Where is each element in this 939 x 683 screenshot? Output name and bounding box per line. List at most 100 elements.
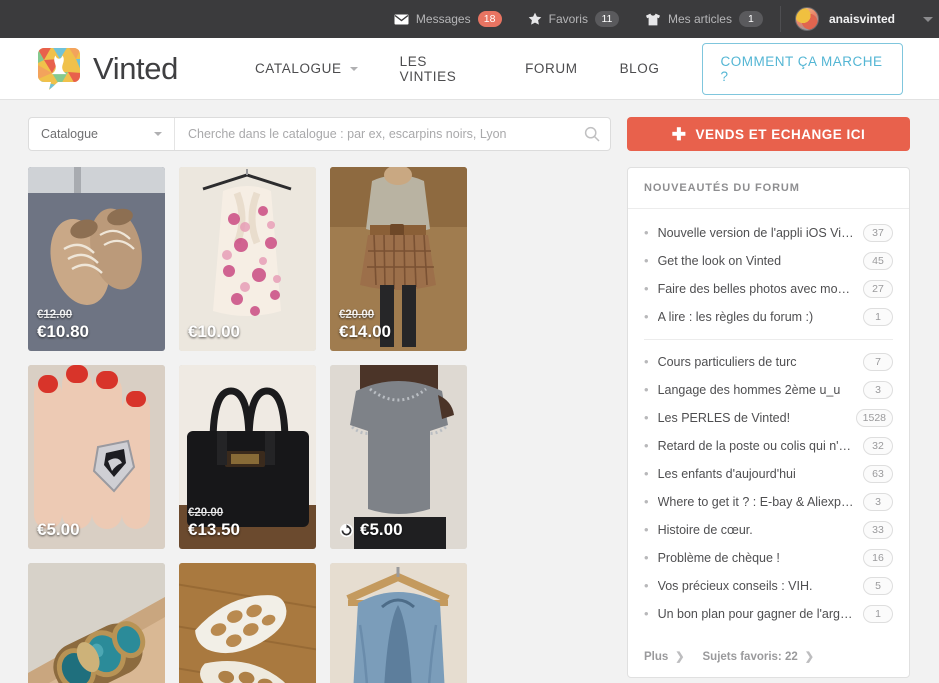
forum-topic-title: Get the look on Vinted: [658, 254, 781, 268]
forum-more-link[interactable]: Plus ❯: [644, 650, 685, 663]
forum-topic-title: Faire des belles photos avec mon s…: [658, 282, 855, 296]
forum-topic[interactable]: • Problème de chèque ! 16: [644, 544, 893, 572]
user-menu[interactable]: anaisvinted: [785, 0, 901, 38]
forum-topic[interactable]: • Where to get it ? : E-bay & Aliexpress…: [644, 488, 893, 516]
chevron-right-icon: ❯: [675, 650, 684, 663]
forum-topic[interactable]: • Les PERLES de Vinted! 1528: [644, 404, 893, 432]
topbar-item-favoris[interactable]: Favoris 11: [515, 0, 632, 38]
forum-topic-count: 3: [863, 381, 893, 399]
topbar-divider: [780, 6, 781, 32]
product-card[interactable]: €20.00 €14.00: [330, 167, 467, 351]
chevron-down-icon[interactable]: [923, 17, 933, 22]
forum-topic-count: 45: [863, 252, 893, 270]
forum-topic[interactable]: • A lire : les règles du forum :) 1: [644, 303, 893, 331]
topbar-label-mes-articles: Mes articles: [668, 12, 732, 26]
forum-topic-count: 3: [863, 493, 893, 511]
price-block: €10.00: [188, 322, 240, 342]
nav-item-blog[interactable]: BLOG: [599, 61, 681, 76]
logo-home-link[interactable]: Vinted: [36, 46, 178, 92]
search-input[interactable]: [188, 127, 584, 141]
forum-topic-title: Retard de la poste ou colis qui n'ar…: [658, 439, 855, 453]
forum-topic-title: Histoire de cœur.: [658, 523, 753, 537]
nav-label-les-vinties: LES VINTIES: [400, 54, 483, 84]
star-icon: [528, 12, 542, 26]
how-it-works-button[interactable]: COMMENT ÇA MARCHE ?: [702, 43, 903, 95]
search-category-select[interactable]: Catalogue: [29, 118, 175, 150]
product-card[interactable]: €4.00: [28, 563, 165, 683]
product-grid: €12.00 €10.80: [28, 167, 611, 683]
chevron-down-icon: [154, 132, 162, 136]
bullet-icon: •: [644, 254, 649, 267]
forum-topic[interactable]: • Nouvelle version de l'appli iOS Vint… …: [644, 219, 893, 247]
forum-topic-title: Where to get it ? : E-bay & Aliexpress.: [658, 495, 855, 509]
sell-button-label: VENDS ET ECHANGE ICI: [695, 127, 865, 142]
bullet-icon: •: [644, 467, 649, 480]
nav-item-forum[interactable]: FORUM: [504, 61, 599, 76]
nav-label-catalogue: CATALOGUE: [255, 61, 342, 76]
nav-label-forum: FORUM: [525, 61, 578, 76]
product-card[interactable]: €20.00 €13.50: [179, 365, 316, 549]
forum-topic[interactable]: • Les enfants d'aujourd'hui 63: [644, 460, 893, 488]
topbar-item-messages[interactable]: Messages 18: [381, 0, 515, 38]
envelope-icon: [394, 14, 409, 25]
avatar: [795, 7, 819, 31]
price-block: €5.00: [37, 520, 80, 540]
page-body: Catalogue: [0, 100, 939, 683]
forum-topic-title: A lire : les règles du forum :): [658, 310, 814, 324]
forum-topic-title: Les enfants d'aujourd'hui: [658, 467, 796, 481]
forum-topic-title: Langage des hommes 2ème u_u: [658, 383, 841, 397]
nav-item-catalogue[interactable]: CATALOGUE: [234, 61, 379, 76]
forum-topic[interactable]: • Vos précieux conseils : VIH. 5: [644, 572, 893, 600]
sidebar-column: ✚ VENDS ET ECHANGE ICI NOUVEAUTÉS DU FOR…: [627, 117, 910, 683]
product-card[interactable]: €12.00 €10.80: [28, 167, 165, 351]
swap-icon: [339, 523, 354, 538]
price-block: €12.00 €10.80: [37, 309, 89, 342]
bullet-icon: •: [644, 226, 649, 239]
forum-topic[interactable]: • Faire des belles photos avec mon s… 27: [644, 275, 893, 303]
bullet-icon: •: [644, 523, 649, 536]
forum-topic-count: 1: [863, 605, 893, 623]
username-label: anaisvinted: [829, 12, 895, 26]
product-photo: [179, 563, 316, 683]
nav-label-blog: BLOG: [620, 61, 660, 76]
tshirt-icon: [645, 13, 661, 26]
forum-topic[interactable]: • Retard de la poste ou colis qui n'ar… …: [644, 432, 893, 460]
product-card[interactable]: [330, 563, 467, 683]
bullet-icon: •: [644, 579, 649, 592]
current-price: €5.00: [339, 520, 403, 540]
sell-and-exchange-button[interactable]: ✚ VENDS ET ECHANGE ICI: [627, 117, 910, 151]
forum-topic[interactable]: • Un bon plan pour gagner de l'argent !!…: [644, 600, 893, 628]
chevron-down-icon: [350, 67, 358, 71]
search-category-value: Catalogue: [41, 127, 98, 141]
forum-topic[interactable]: • Cours particuliers de turc 7: [644, 348, 893, 376]
search-bar: Catalogue: [28, 117, 611, 151]
forum-favorites-link[interactable]: Sujets favoris: 22 ❯: [703, 650, 814, 663]
forum-panel: NOUVEAUTÉS DU FORUM • Nouvelle version d…: [627, 167, 910, 678]
search-icon[interactable]: [584, 126, 600, 142]
forum-more-label: Plus: [644, 651, 668, 663]
catalog-column: Catalogue: [28, 117, 611, 683]
forum-topic[interactable]: • Get the look on Vinted 45: [644, 247, 893, 275]
price-value: €5.00: [360, 520, 403, 540]
product-photo: [330, 563, 467, 683]
current-price: €10.80: [37, 322, 89, 342]
forum-favorites-label: Sujets favoris: 22: [703, 651, 798, 663]
forum-topic-count: 1: [863, 308, 893, 326]
product-card[interactable]: €10.00: [179, 167, 316, 351]
forum-topic-count: 27: [863, 280, 893, 298]
topbar-item-mes-articles[interactable]: Mes articles 1: [632, 0, 776, 38]
nav-item-les-vinties[interactable]: LES VINTIES: [379, 54, 504, 84]
forum-topic[interactable]: • Histoire de cœur. 33: [644, 516, 893, 544]
product-card[interactable]: €10.00: [179, 563, 316, 683]
favoris-count-badge: 11: [595, 11, 619, 27]
forum-topic-count: 32: [863, 437, 893, 455]
current-price: €5.00: [37, 520, 80, 540]
price-block: €20.00 €13.50: [188, 507, 240, 540]
forum-topic-title: Problème de chèque !: [658, 551, 780, 565]
product-card[interactable]: €5.00: [330, 365, 467, 549]
mes-articles-count-badge: 1: [739, 11, 763, 27]
forum-panel-title: NOUVEAUTÉS DU FORUM: [628, 168, 909, 209]
product-card[interactable]: €5.00: [28, 365, 165, 549]
original-price: €12.00: [37, 309, 89, 322]
forum-topic[interactable]: • Langage des hommes 2ème u_u 3: [644, 376, 893, 404]
